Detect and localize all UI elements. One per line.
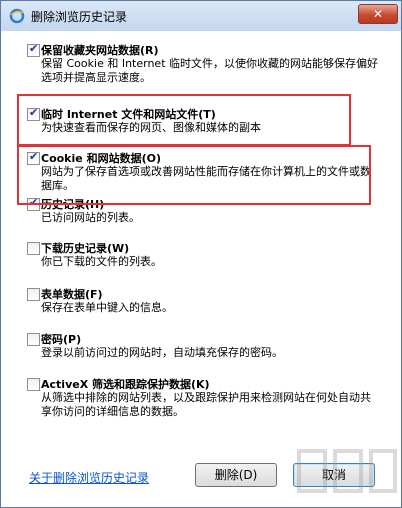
highlight-box-temp-files [17, 94, 351, 146]
checkbox-activex[interactable] [27, 378, 40, 391]
option-description: 保留 Cookie 和 Internet 临时文件，以使你收藏的网站能够保存偏好… [41, 57, 378, 84]
close-button[interactable]: ✕ [358, 4, 398, 24]
watermark-logo-icon [297, 449, 397, 493]
dialog-content: 保留收藏夹网站数据(R) 保留 Cookie 和 Internet 临时文件，以… [9, 31, 393, 499]
checkbox-download-history[interactable] [27, 242, 40, 255]
option-description: 从筛选中排除的网站列表，以及跟踪保护用来检测网站在何处自动共享你访问的详细信息的… [41, 391, 371, 418]
checkbox-form-data[interactable] [27, 288, 40, 301]
option-title: 密码(P) [41, 333, 82, 346]
option-title: 表单数据(F) [41, 288, 103, 301]
option-description: 你已下载的文件的列表。 [41, 255, 162, 268]
about-history-link[interactable]: 关于删除浏览历史记录 [29, 469, 149, 486]
ie-icon [9, 8, 25, 24]
window-title: 删除浏览历史记录 [31, 10, 128, 24]
dialog-window: 删除浏览历史记录 ✕ 保留收藏夹网站数据(R) 保留 Cookie 和 Inte… [0, 0, 402, 508]
delete-button[interactable]: 删除(D) [195, 463, 277, 487]
option-description: 已访问网站的列表。 [41, 211, 140, 224]
highlight-box-cookies [17, 145, 371, 205]
checkbox-passwords[interactable] [27, 333, 40, 346]
option-title: ActiveX 筛选和跟踪保护数据(K) [41, 378, 210, 391]
option-title: 保留收藏夹网站数据(R) [41, 44, 159, 57]
option-description: 登录以前访问过的网站时，自动填充保存的密码。 [41, 346, 283, 359]
option-title: 下载历史记录(W) [41, 242, 130, 255]
option-description: 保存在表单中键入的信息。 [41, 301, 173, 314]
title-bar[interactable]: 删除浏览历史记录 ✕ [1, 1, 401, 31]
checkbox-preserve-favorites[interactable] [27, 42, 40, 57]
